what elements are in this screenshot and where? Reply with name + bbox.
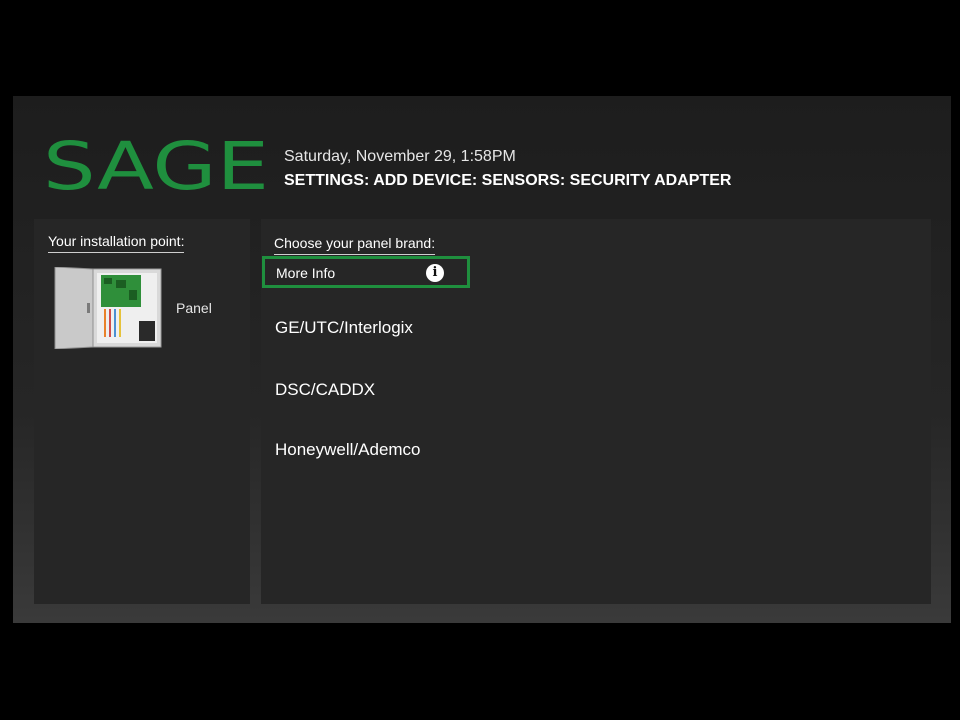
- tv-screen: SAGE Saturday, November 29, 1:58PM SETTI…: [13, 96, 951, 623]
- more-info-button[interactable]: More Info i: [262, 256, 470, 288]
- panel-brand-heading: Choose your panel brand:: [274, 235, 436, 255]
- breadcrumb: SETTINGS: ADD DEVICE: SENSORS: SECURITY …: [284, 172, 732, 189]
- more-info-label: More Info: [276, 265, 336, 281]
- installation-point-panel: Your installation point: Panel: [34, 219, 250, 604]
- panel-brand-list: Choose your panel brand: More Info i GE/…: [261, 219, 931, 604]
- device-label: Panel: [176, 300, 212, 316]
- brand-option-dsc-caddx[interactable]: DSC/CADDX: [275, 380, 375, 400]
- installation-heading: Your installation point:: [48, 233, 185, 253]
- control-panel-icon: [53, 267, 163, 349]
- brand-option-ge-utc-interlogix[interactable]: GE/UTC/Interlogix: [275, 318, 413, 338]
- sage-logo-text: SAGE: [43, 134, 269, 198]
- info-icon: i: [426, 264, 444, 282]
- brand-option-honeywell-ademco[interactable]: Honeywell/Ademco: [275, 440, 421, 460]
- date-time: Saturday, November 29, 1:58PM: [284, 148, 516, 165]
- sage-logo: SAGE: [43, 134, 271, 198]
